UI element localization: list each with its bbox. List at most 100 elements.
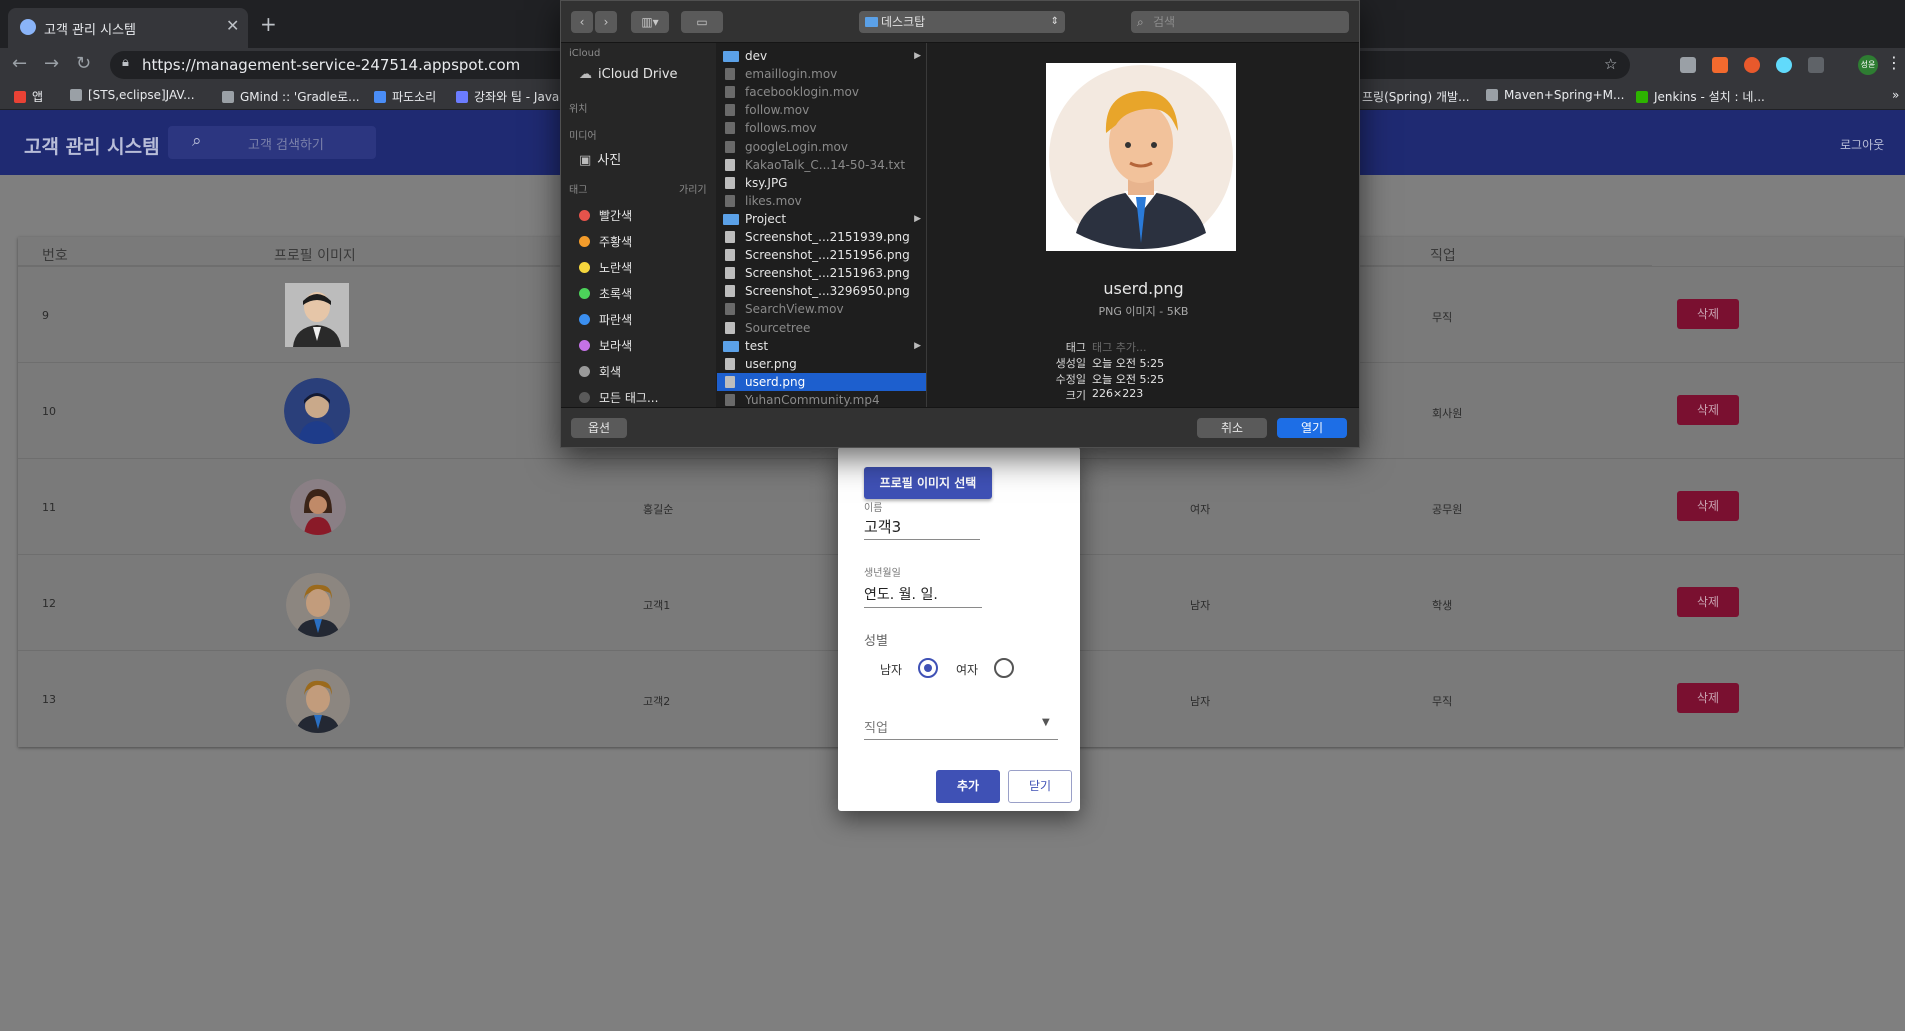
options-button[interactable]: 옵션 <box>571 418 627 438</box>
file-item[interactable]: ksy.JPG <box>717 174 926 192</box>
extension-bx-icon[interactable] <box>1712 57 1728 73</box>
row-id: 12 <box>42 597 56 610</box>
bookmark-item[interactable]: 강좌와 팁 - Java <box>456 88 559 105</box>
profile-avatar[interactable]: 성윤 <box>1858 55 1878 75</box>
file-item[interactable]: googleLogin.mov <box>717 138 926 156</box>
sidebar-tag-item[interactable]: 빨간색 <box>579 207 632 224</box>
menu-dots-icon[interactable]: ⋮ <box>1886 53 1902 72</box>
bookmark-item[interactable]: 파도소리 <box>374 88 436 105</box>
view-mode-icon[interactable]: ▥▾ <box>631 11 669 33</box>
file-item[interactable]: KakaoTalk_C...14-50-34.txt <box>717 156 926 174</box>
close-button[interactable]: 닫기 <box>1008 770 1072 803</box>
bookmark-item[interactable]: [STS,eclipse]JAV... <box>70 88 195 102</box>
sidebar-tag-item[interactable]: 회색 <box>579 363 621 380</box>
hide-tags-button[interactable]: 가리기 <box>679 181 707 196</box>
sidebar-tag-item[interactable]: 노란색 <box>579 259 632 276</box>
modified-label: 수정일 <box>1055 373 1086 386</box>
file-item[interactable]: likes.mov <box>717 192 926 210</box>
job-select[interactable]: 직업 ▼ <box>864 711 1058 741</box>
file-item[interactable]: Screenshot_...2151963.png <box>717 264 926 282</box>
sidebar-tag-item[interactable]: 모든 태그... <box>579 389 658 406</box>
female-radio[interactable] <box>994 658 1014 678</box>
extension-x-icon[interactable] <box>1744 57 1760 73</box>
bookmark-item[interactable]: 프링(Spring) 개발... <box>1362 88 1470 105</box>
back-arrow-icon[interactable]: ‹ <box>571 11 593 33</box>
file-search-input[interactable]: ⌕ 검색 <box>1131 11 1349 33</box>
sidebar-tag-item[interactable]: 파란색 <box>579 311 632 328</box>
tab-title: 고객 관리 시스템 <box>44 23 136 38</box>
name-field[interactable]: 고객3 <box>864 511 980 541</box>
select-profile-image-button[interactable]: 프로필 이미지 선택 <box>864 467 992 499</box>
sidebar-tag-item[interactable]: 초록색 <box>579 285 632 302</box>
delete-button[interactable]: 삭제 <box>1677 683 1739 713</box>
file-item[interactable]: YuhanCommunity.mp4 <box>717 391 926 407</box>
chevron-down-icon: ▼ <box>1042 717 1050 728</box>
forward-icon[interactable]: → <box>44 53 59 74</box>
row-gender: 남자 <box>1190 599 1211 612</box>
file-item[interactable]: Screenshot_...2151956.png <box>717 246 926 264</box>
new-folder-icon[interactable]: ▭ <box>681 11 723 33</box>
sidebar-tag-item[interactable]: 주황색 <box>579 233 632 250</box>
video-file-icon <box>725 68 735 81</box>
preview-image <box>1046 63 1236 251</box>
back-icon[interactable]: ← <box>12 53 27 74</box>
folder-item[interactable]: test ▶ <box>717 337 926 355</box>
sidebar-tag-item[interactable]: 보라색 <box>579 337 632 354</box>
sidebar-item-icloud-drive[interactable]: ☁ iCloud Drive <box>579 67 678 82</box>
tag-color-icon <box>579 210 590 221</box>
tab-close-icon[interactable]: ✕ <box>226 16 239 35</box>
bookmarks-overflow-icon[interactable]: » <box>1892 88 1899 102</box>
file-icon <box>725 158 735 171</box>
star-icon[interactable]: ☆ <box>1604 55 1617 73</box>
add-button[interactable]: 추가 <box>936 770 1000 803</box>
reload-icon[interactable]: ↻ <box>76 53 91 74</box>
new-tab-icon[interactable]: + <box>260 12 277 36</box>
header-job: 직업 <box>1430 248 1456 264</box>
extension-cast-icon[interactable] <box>1680 57 1696 73</box>
bookmark-item[interactable]: Maven+Spring+M... <box>1486 88 1624 102</box>
file-item[interactable]: userd.png <box>717 372 926 391</box>
open-button[interactable]: 열기 <box>1277 418 1347 438</box>
extension-react-icon[interactable] <box>1776 57 1792 73</box>
delete-button[interactable]: 삭제 <box>1677 491 1739 521</box>
job-underline <box>864 739 1058 740</box>
file-item[interactable]: facebooklogin.mov <box>717 83 926 101</box>
male-radio[interactable] <box>918 658 938 678</box>
delete-button[interactable]: 삭제 <box>1677 395 1739 425</box>
row-id: 13 <box>42 693 56 706</box>
folder-item[interactable]: dev ▶ <box>717 47 926 65</box>
avatar <box>286 669 350 733</box>
bookmark-item[interactable]: GMind :: 'Gradle로... <box>222 88 360 105</box>
file-icon <box>725 357 735 370</box>
sidebar-item-photos[interactable]: ▣ 사진 <box>579 149 621 168</box>
delete-button[interactable]: 삭제 <box>1677 587 1739 617</box>
file-item[interactable]: SearchView.mov <box>717 300 926 318</box>
cancel-button[interactable]: 취소 <box>1197 418 1267 438</box>
add-tags-field[interactable]: 태그 추가... <box>1092 339 1146 355</box>
delete-button[interactable]: 삭제 <box>1677 299 1739 329</box>
bookmark-item[interactable]: Jenkins - 설치 : 네... <box>1636 88 1765 105</box>
bookmark-favicon-icon <box>1486 89 1498 101</box>
updown-chevron-icon: ⇕ <box>1050 16 1059 27</box>
file-icon <box>725 321 735 334</box>
folder-item[interactable]: Project ▶ <box>717 210 926 228</box>
logout-button[interactable]: 로그아웃 <box>1840 136 1884 153</box>
browser-tab[interactable]: 고객 관리 시스템 ✕ <box>8 8 248 48</box>
file-item[interactable]: Screenshot_...2151939.png <box>717 228 926 246</box>
file-item[interactable]: user.png <box>717 355 926 373</box>
extension-gear-icon[interactable] <box>1808 57 1824 73</box>
file-item[interactable]: Screenshot_...3296950.png <box>717 282 926 300</box>
birth-date-field[interactable]: 연도. 월. 일. <box>864 579 982 609</box>
location-popup[interactable]: 데스크탑 ⇕ <box>859 11 1065 33</box>
file-item[interactable]: follows.mov <box>717 119 926 137</box>
folder-icon <box>723 340 739 352</box>
search-input[interactable]: ⌕ 고객 검색하기 <box>168 126 376 159</box>
created-value: 오늘 오전 5:25 <box>1092 357 1165 370</box>
chevron-right-icon: ▶ <box>914 51 921 61</box>
bookmark-apps[interactable]: 앱 <box>14 88 43 105</box>
file-item[interactable]: emaillogin.mov <box>717 65 926 83</box>
tag-color-icon <box>579 340 590 351</box>
forward-arrow-icon[interactable]: › <box>595 11 617 33</box>
file-item[interactable]: Sourcetree <box>717 319 926 337</box>
file-item[interactable]: follow.mov <box>717 101 926 119</box>
